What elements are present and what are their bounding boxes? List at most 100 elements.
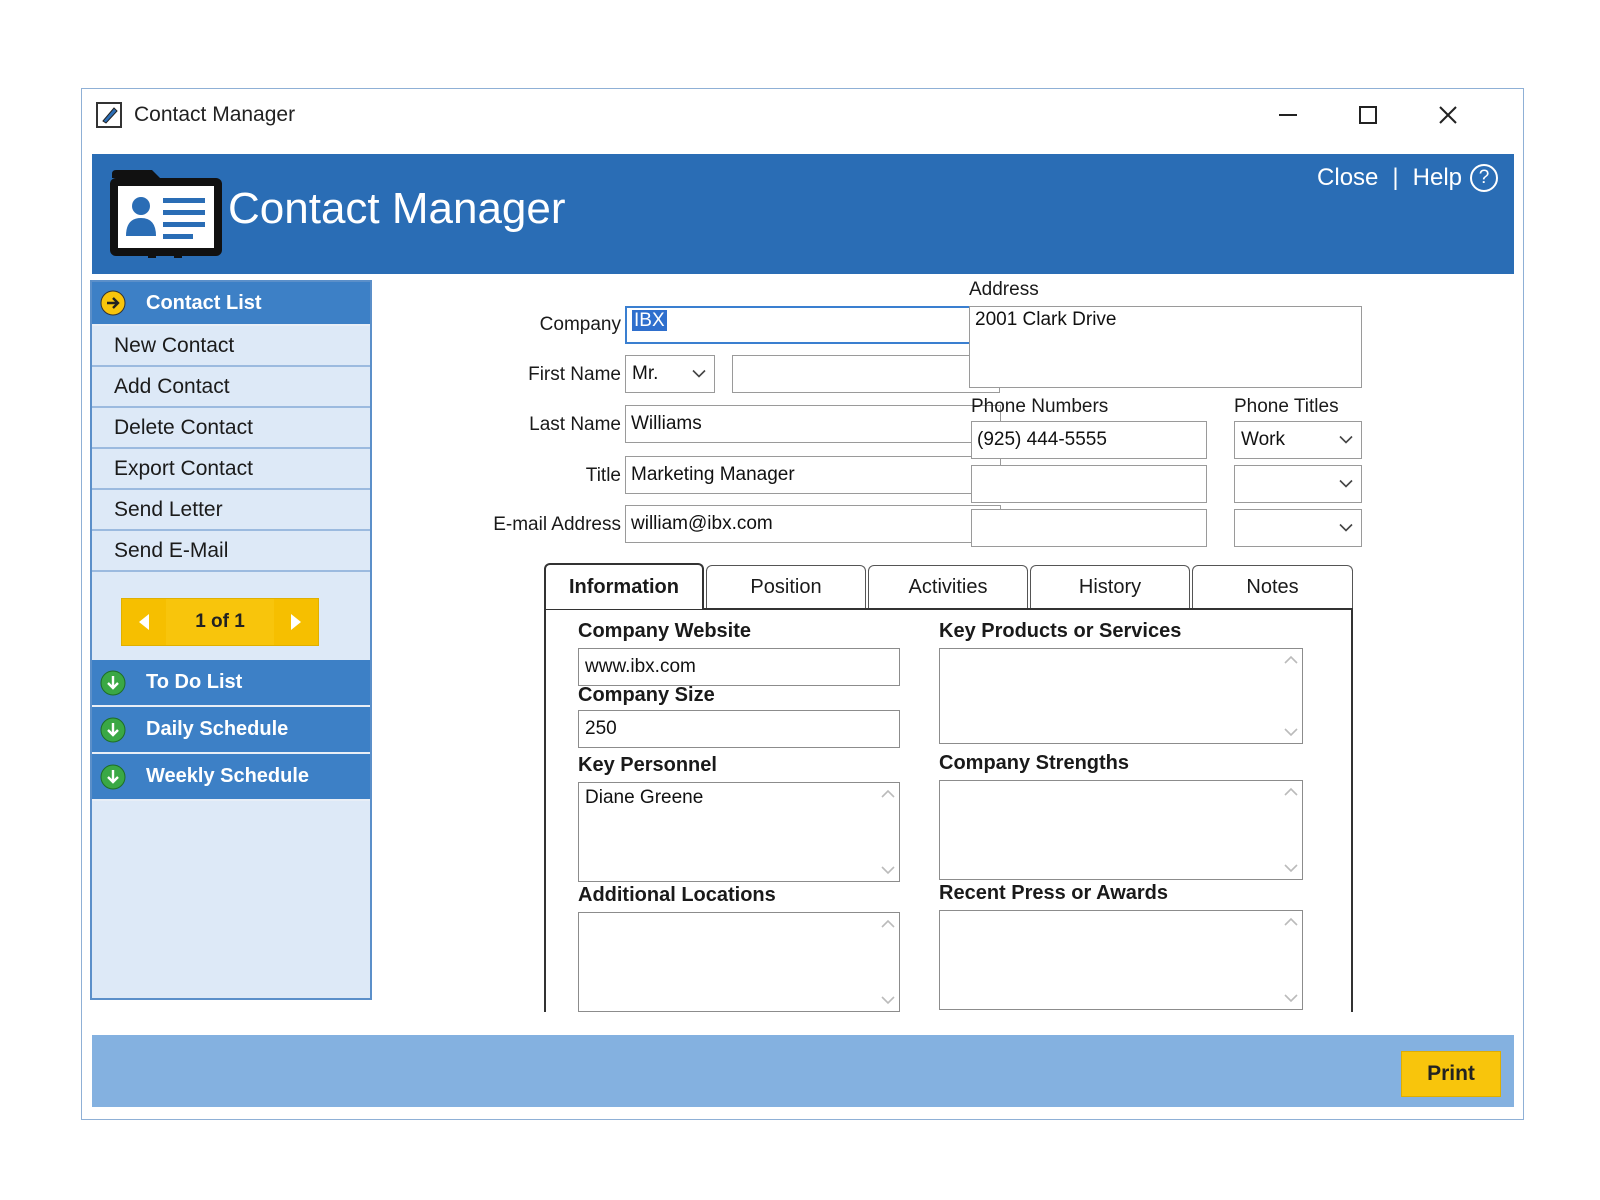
scrollbar[interactable] [881,919,895,1005]
chevron-up-icon [1284,787,1298,796]
last-name-input[interactable] [625,405,1001,443]
company-label: Company [539,314,621,335]
title-bar: Contact Manager [82,89,1523,151]
first-name-input[interactable] [732,355,1000,393]
header-links: Close | Help ? [1317,164,1498,192]
header-banner: Contact Manager Close | Help ? [92,154,1514,274]
close-icon [1439,106,1457,124]
app-window: Contact Manager Contact Manager Close | … [81,88,1524,1120]
window-close-button[interactable] [1420,95,1476,135]
key-personnel-textarea[interactable]: Diane Greene [578,782,900,882]
minimize-icon [1279,114,1297,116]
sidebar: Contact List New Contact Add Contact Del… [90,280,372,1000]
phone-title-3-select[interactable] [1234,509,1362,547]
company-website-input[interactable] [578,648,900,686]
sidebar-section-todo[interactable]: To Do List [92,660,370,707]
phone-title-2-select[interactable] [1234,465,1362,503]
phone-number-2-input[interactable] [971,465,1207,503]
arrow-down-icon [100,717,126,742]
help-link[interactable]: Help [1413,164,1462,192]
arrow-down-icon [100,764,126,789]
phone-number-3-input[interactable] [971,509,1207,547]
section-label: Weekly Schedule [146,765,310,787]
key-products-label: Key Products or Services [939,620,1182,642]
previous-record-button[interactable] [122,599,166,645]
company-value: IBX [632,310,667,331]
notepad-icon [96,102,122,128]
sidebar-item-add-contact[interactable]: Add Contact [92,367,370,408]
phone-number-1-input[interactable] [971,421,1207,459]
chevron-down-icon [1339,523,1353,532]
section-label: To Do List [146,671,243,693]
chevron-down-icon [1339,479,1353,488]
scrollbar[interactable] [881,789,895,875]
chevron-up-icon [881,789,895,798]
minimize-button[interactable] [1260,95,1316,135]
chevron-down-icon [1284,864,1298,873]
link-separator: | [1392,164,1399,191]
email-label: E-mail Address [493,514,621,535]
close-link[interactable]: Close [1317,164,1378,192]
company-input[interactable]: IBX [625,306,1001,344]
chevron-down-icon [1284,728,1298,737]
phone-title-1-select[interactable]: Work [1234,421,1362,459]
scrollbar[interactable] [1284,655,1298,737]
chevron-down-icon [692,369,706,378]
key-personnel-label: Key Personnel [578,754,717,776]
email-input[interactable] [625,505,1001,543]
address-label: Address [969,279,1039,300]
recent-press-label: Recent Press or Awards [939,882,1168,904]
section-label: Daily Schedule [146,718,289,740]
sidebar-item-contact-list[interactable]: Contact List [92,282,370,326]
last-name-label: Last Name [529,414,621,435]
triangle-right-icon [291,614,301,630]
sidebar-item-export-contact[interactable]: Export Contact [92,449,370,490]
key-products-textarea[interactable] [939,648,1303,744]
additional-locations-textarea[interactable] [578,912,900,1012]
phone-title-1-value: Work [1241,429,1285,450]
print-button[interactable]: Print [1401,1051,1501,1097]
sidebar-item-delete-contact[interactable]: Delete Contact [92,408,370,449]
recent-press-textarea[interactable] [939,910,1303,1010]
tab-notes[interactable]: Notes [1192,565,1353,609]
next-record-button[interactable] [274,599,318,645]
chevron-down-icon [881,866,895,875]
contact-card-icon [110,170,222,258]
chevron-up-icon [1284,917,1298,926]
sidebar-header-label: Contact List [146,291,262,314]
chevron-down-icon [1339,435,1353,444]
tab-history[interactable]: History [1030,565,1190,609]
record-counter: 1 of 1 [195,611,245,632]
help-icon[interactable]: ? [1470,164,1498,192]
chevron-up-icon [881,919,895,928]
chevron-down-icon [881,996,895,1005]
company-strengths-textarea[interactable] [939,780,1303,880]
sidebar-item-send-letter[interactable]: Send Letter [92,490,370,531]
record-pager: 1 of 1 [121,598,319,646]
scrollbar[interactable] [1284,917,1298,1003]
first-name-label: First Name [528,364,621,385]
salutation-select[interactable]: Mr. [625,355,715,393]
phone-titles-label: Phone Titles [1234,396,1339,417]
chevron-up-icon [1284,655,1298,664]
tab-position[interactable]: Position [706,565,866,609]
tab-activities[interactable]: Activities [868,565,1028,609]
company-size-input[interactable] [578,710,900,748]
tab-information[interactable]: Information [544,563,704,609]
address-input[interactable]: 2001 Clark Drive [969,306,1362,388]
additional-locations-label: Additional Locations [578,884,776,906]
sidebar-item-send-email[interactable]: Send E-Mail [92,531,370,572]
window-title: Contact Manager [134,103,296,126]
title-input[interactable] [625,456,1001,494]
arrow-right-icon [100,290,126,316]
maximize-button[interactable] [1340,95,1396,135]
sidebar-section-daily-schedule[interactable]: Daily Schedule [92,707,370,754]
sidebar-section-weekly-schedule[interactable]: Weekly Schedule [92,754,370,801]
company-size-label: Company Size [578,684,715,706]
salutation-value: Mr. [632,363,659,384]
company-website-label: Company Website [578,620,751,642]
sidebar-item-new-contact[interactable]: New Contact [92,326,370,367]
title-label: Title [585,465,621,486]
key-personnel-value: Diane Greene [585,787,704,808]
scrollbar[interactable] [1284,787,1298,873]
